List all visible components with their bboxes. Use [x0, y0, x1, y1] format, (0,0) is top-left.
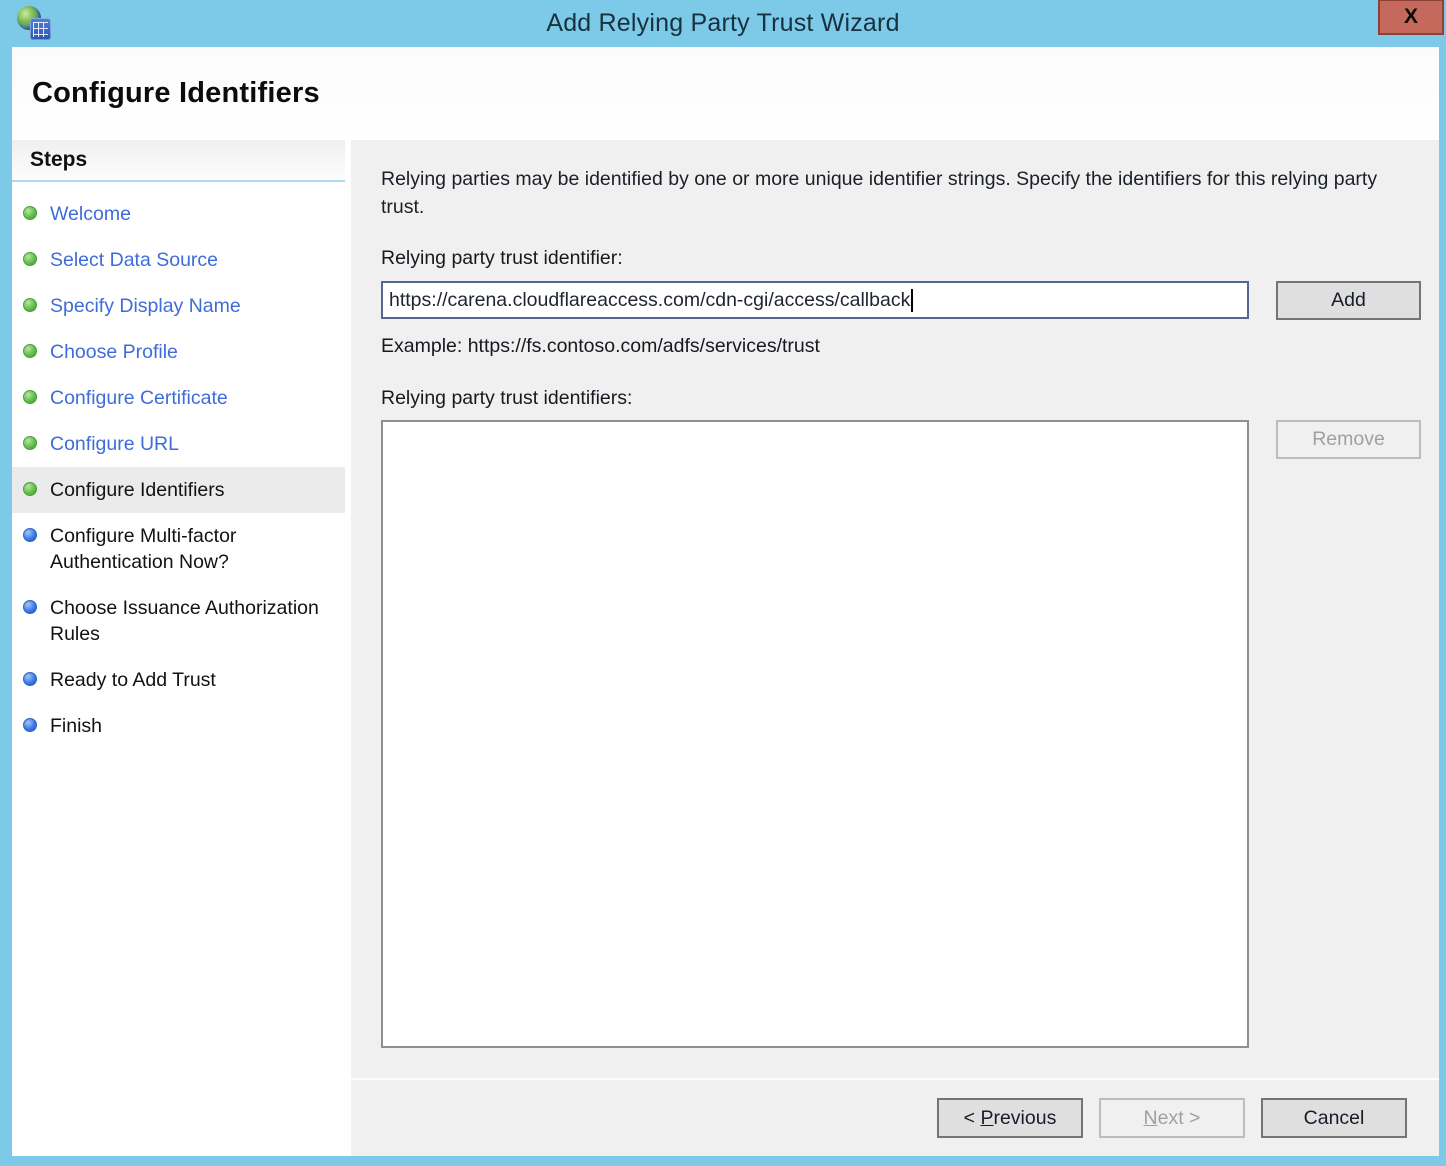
step-label: Select Data Source — [50, 247, 218, 273]
sidebar-step-ready-to-add-trust: Ready to Add Trust — [12, 657, 345, 703]
steps-list: Welcome Select Data Source Specify Display… — [12, 182, 345, 749]
step-status-icon — [23, 298, 37, 312]
titlebar: Add Relying Party Trust Wizard X — [0, 0, 1446, 47]
main-panel: Relying parties may be identified by one… — [351, 140, 1439, 1078]
add-button[interactable]: Add — [1276, 281, 1421, 320]
example-text: Example: https://fs.contoso.com/adfs/ser… — [381, 335, 1439, 358]
next-button[interactable]: Next > — [1099, 1098, 1245, 1138]
previous-button[interactable]: < Previous — [937, 1098, 1083, 1138]
step-status-icon — [23, 718, 37, 732]
step-label: Choose Profile — [50, 339, 178, 365]
sidebar-step-configure-url[interactable]: Configure URL — [12, 421, 345, 467]
steps-heading: Steps — [12, 140, 345, 182]
step-label: Configure Multi-factor Authentication No… — [50, 523, 341, 575]
step-label: Specify Display Name — [50, 293, 241, 319]
step-status-icon — [23, 482, 37, 496]
step-label: Configure URL — [50, 431, 179, 457]
step-status-icon — [23, 390, 37, 404]
cancel-button[interactable]: Cancel — [1261, 1098, 1407, 1138]
window-title: Add Relying Party Trust Wizard — [0, 0, 1446, 47]
close-icon: X — [1404, 5, 1418, 29]
sidebar-step-configure-certificate[interactable]: Configure Certificate — [12, 375, 345, 421]
identifiers-listbox[interactable] — [381, 420, 1249, 1048]
wizard-window: Add Relying Party Trust Wizard X Configu… — [0, 0, 1446, 1166]
step-status-icon — [23, 436, 37, 450]
sidebar-step-welcome[interactable]: Welcome — [12, 191, 345, 237]
step-status-icon — [23, 600, 37, 614]
sidebar-step-configure-identifiers[interactable]: Configure Identifiers — [12, 467, 345, 513]
identifiers-list-label: Relying party trust identifiers: — [381, 387, 1439, 410]
step-status-icon — [23, 206, 37, 220]
step-label: Configure Identifiers — [50, 477, 225, 503]
step-label: Welcome — [50, 201, 131, 227]
step-label: Finish — [50, 713, 102, 739]
step-label: Configure Certificate — [50, 385, 228, 411]
sidebar-step-choose-issuance-authorization-rules: Choose Issuance Authorization Rules — [12, 585, 345, 657]
page-header: Configure Identifiers — [12, 47, 1439, 140]
step-status-icon — [23, 252, 37, 266]
sidebar-step-configure-multi-factor-authentication-now: Configure Multi-factor Authentication No… — [12, 513, 345, 585]
sidebar-step-select-data-source[interactable]: Select Data Source — [12, 237, 345, 283]
steps-sidebar: Steps Welcome Select Data Source Specify D… — [12, 140, 351, 1156]
wizard-footer: < Previous Next > Cancel — [351, 1078, 1439, 1156]
main-column: Relying parties may be identified by one… — [351, 140, 1439, 1156]
page-title: Configure Identifiers — [32, 77, 320, 110]
page-description: Relying parties may be identified by one… — [381, 165, 1416, 221]
sidebar-step-choose-profile[interactable]: Choose Profile — [12, 329, 345, 375]
remove-button[interactable]: Remove — [1276, 420, 1421, 459]
window-body: Configure Identifiers Steps Welcome Selec… — [12, 47, 1439, 1156]
step-status-icon — [23, 672, 37, 686]
close-button[interactable]: X — [1378, 0, 1444, 35]
step-label: Ready to Add Trust — [50, 667, 216, 693]
step-label: Choose Issuance Authorization Rules — [50, 595, 341, 647]
step-status-icon — [23, 344, 37, 358]
text-caret — [911, 289, 913, 312]
sidebar-step-specify-display-name[interactable]: Specify Display Name — [12, 283, 345, 329]
identifier-field-label: Relying party trust identifier: — [381, 247, 1439, 270]
step-status-icon — [23, 528, 37, 542]
sidebar-step-finish: Finish — [12, 703, 345, 749]
identifier-input-value: https://carena.cloudflareaccess.com/cdn-… — [389, 289, 910, 312]
identifier-input[interactable]: https://carena.cloudflareaccess.com/cdn-… — [381, 281, 1249, 319]
